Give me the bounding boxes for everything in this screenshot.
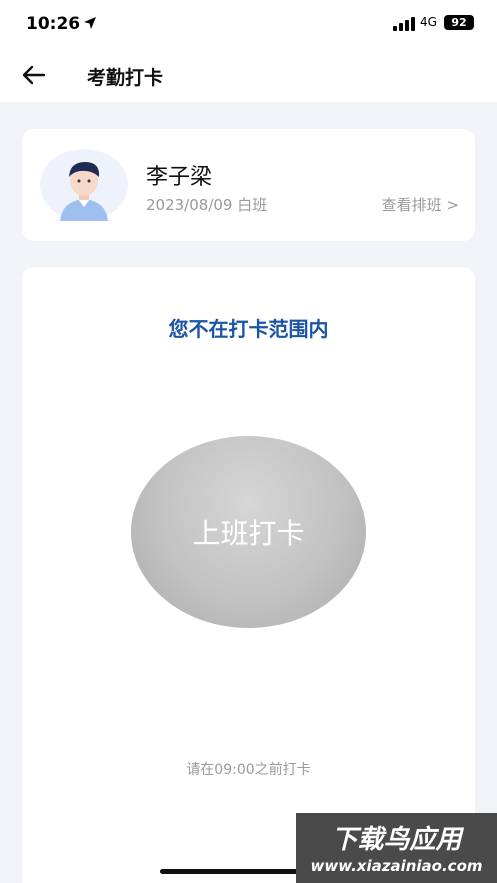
punch-in-button[interactable]: 上班打卡 xyxy=(131,436,366,628)
signal-icon xyxy=(393,17,415,31)
profile-card: 李子梁 2023/08/09 白班 查看排班 > xyxy=(22,129,475,241)
status-bar: 10:26 4G 92 xyxy=(0,0,497,48)
watermark-title: 下载鸟应用 xyxy=(331,825,462,855)
watermark-url: www.xiazainiao.com xyxy=(310,857,483,875)
punch-hint: 请在09:00之前打卡 xyxy=(186,762,311,778)
battery-icon: 92 xyxy=(444,15,474,30)
range-status: 您不在打卡范围内 xyxy=(168,317,329,341)
nav-bar: 考勤打卡 xyxy=(0,48,497,102)
status-time: 10:26 xyxy=(26,14,81,34)
network-type: 4G xyxy=(420,15,437,29)
page-title: 考勤打卡 xyxy=(87,67,164,89)
back-arrow-icon[interactable] xyxy=(20,62,48,88)
watermark: 下载鸟应用 www.xiazainiao.com xyxy=(296,813,497,883)
employee-name: 李子梁 xyxy=(146,165,213,190)
shift-date: 2023/08/09 白班 xyxy=(146,196,268,214)
punch-in-label: 上班打卡 xyxy=(192,517,305,550)
location-arrow-icon xyxy=(84,17,96,29)
avatar xyxy=(40,149,128,221)
view-schedule-link[interactable]: 查看排班 > xyxy=(382,194,459,215)
attendance-card: 您不在打卡范围内 上班打卡 请在09:00之前打卡 xyxy=(22,267,475,883)
